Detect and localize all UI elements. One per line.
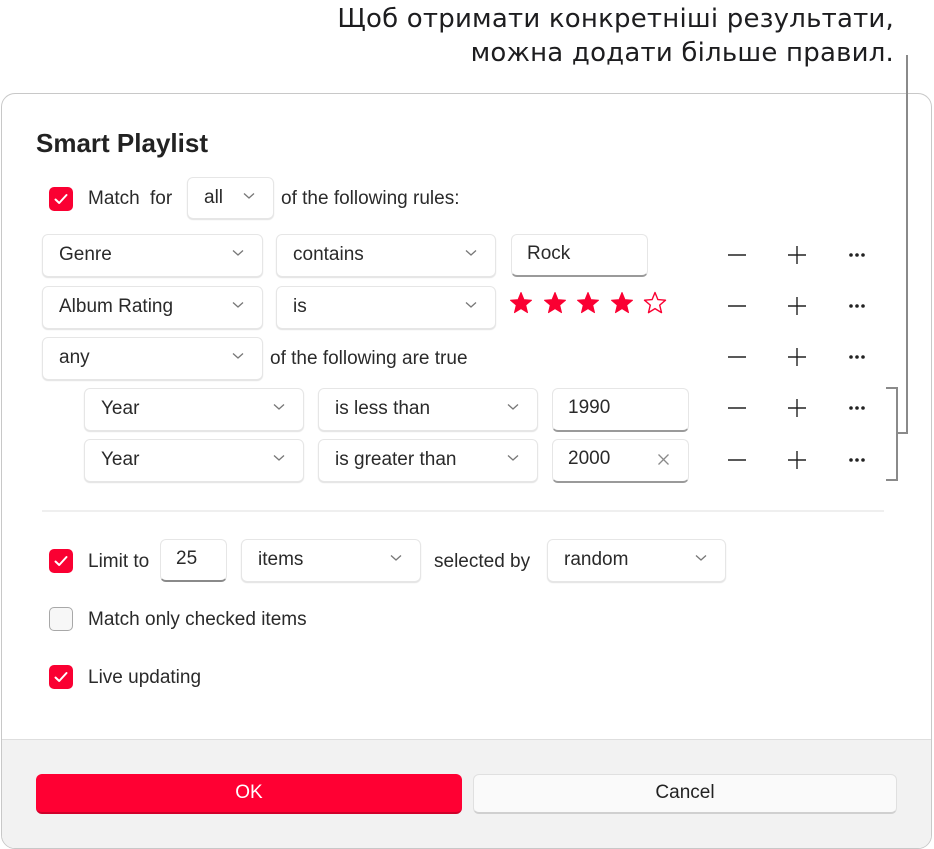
star-empty-icon[interactable]: [643, 291, 667, 315]
chevron-down-icon: [232, 302, 244, 308]
checkmark-icon: [54, 556, 68, 566]
match-suffix-label: of the following rules:: [281, 188, 460, 209]
nested-rule-2-field-value: Year: [101, 449, 140, 470]
group-bracket-bottom-tick: [886, 479, 898, 481]
rule-1-operator-select[interactable]: contains: [276, 234, 496, 277]
nested-rule-2-value-field[interactable]: 2000: [552, 439, 689, 483]
rule-2-operator-value: is: [293, 296, 307, 317]
add-rule-plus-icon[interactable]: [785, 396, 809, 420]
match-quantifier-select[interactable]: all: [187, 177, 274, 219]
ok-button[interactable]: OK: [36, 774, 462, 814]
nested-rule-1-operator-select[interactable]: is less than: [318, 388, 538, 431]
match-only-checked-checkbox[interactable]: [49, 607, 73, 631]
nested-rule-1-field-value: Year: [101, 398, 140, 419]
remove-rule-minus-icon[interactable]: [725, 345, 749, 369]
chevron-down-icon: [390, 555, 402, 561]
rule-2-field-select[interactable]: Album Rating: [42, 286, 263, 329]
chevron-down-icon: [273, 404, 285, 410]
match-label: Match: [88, 188, 140, 209]
chevron-down-icon: [695, 555, 707, 561]
cancel-button[interactable]: Cancel: [473, 774, 897, 814]
star-filled-icon[interactable]: [509, 291, 533, 315]
rule-1-field-select[interactable]: Genre: [42, 234, 263, 277]
nested-rule-1-value-text: 1990: [568, 397, 611, 418]
callout-line-2: можна додати більше правил.: [470, 38, 894, 68]
match-for-label: for: [150, 188, 173, 209]
star-filled-icon[interactable]: [576, 291, 600, 315]
checkmark-icon: [54, 672, 68, 682]
match-only-checked-label: Match only checked items: [88, 609, 307, 630]
more-options-ellipsis-icon[interactable]: [845, 345, 869, 369]
chevron-down-icon: [232, 250, 244, 256]
chevron-down-icon: [507, 404, 519, 410]
match-quantifier-value: all: [204, 187, 224, 208]
limit-checkbox[interactable]: [49, 549, 73, 573]
limit-count-value: 25: [176, 548, 198, 569]
smart-playlist-dialog: Smart Playlist Match for all of the foll…: [1, 93, 932, 849]
group-quantifier-select[interactable]: any: [42, 337, 263, 380]
star-filled-icon[interactable]: [610, 291, 634, 315]
chevron-down-icon: [507, 455, 519, 461]
section-divider: [42, 510, 884, 512]
rule-1-value-text: Rock: [527, 243, 571, 264]
rule-1-operator-value: contains: [293, 244, 364, 265]
nested-rule-2-value-text: 2000: [568, 448, 611, 469]
callout-line-1: Щоб отримати конкретніші результати,: [337, 4, 894, 34]
rating-stars[interactable]: [509, 291, 679, 317]
callout-annotation: Щоб отримати конкретніші результати, мож…: [337, 2, 894, 70]
add-rule-plus-icon[interactable]: [785, 294, 809, 318]
more-options-ellipsis-icon[interactable]: [845, 294, 869, 318]
live-updating-checkbox[interactable]: [49, 665, 73, 689]
chevron-down-icon: [243, 193, 255, 199]
chevron-down-icon: [465, 250, 477, 256]
dialog-title: Smart Playlist: [36, 128, 208, 158]
remove-rule-minus-icon[interactable]: [725, 448, 749, 472]
limit-count-field[interactable]: 25: [160, 539, 227, 582]
chevron-down-icon: [465, 302, 477, 308]
selected-by-label: selected by: [434, 551, 531, 572]
more-options-ellipsis-icon[interactable]: [845, 448, 869, 472]
live-updating-label: Live updating: [88, 667, 202, 688]
star-filled-icon[interactable]: [543, 291, 567, 315]
chevron-down-icon: [273, 455, 285, 461]
nested-rule-1-operator-value: is less than: [335, 398, 431, 419]
remove-rule-minus-icon[interactable]: [725, 243, 749, 267]
add-rule-plus-icon[interactable]: [785, 345, 809, 369]
selected-by-select[interactable]: random: [547, 539, 726, 582]
callout-pointer-line: [906, 55, 908, 434]
group-quantifier-value: any: [59, 347, 90, 368]
clear-icon[interactable]: [657, 453, 670, 466]
more-options-ellipsis-icon[interactable]: [845, 243, 869, 267]
limit-label: Limit to: [88, 551, 150, 572]
add-rule-plus-icon[interactable]: [785, 448, 809, 472]
match-checkbox[interactable]: [49, 187, 73, 211]
add-rule-plus-icon[interactable]: [785, 243, 809, 267]
rule-2-operator-select[interactable]: is: [276, 286, 496, 329]
rule-1-field-value: Genre: [59, 244, 112, 265]
remove-rule-minus-icon[interactable]: [725, 294, 749, 318]
remove-rule-minus-icon[interactable]: [725, 396, 749, 420]
chevron-down-icon: [232, 353, 244, 359]
limit-unit-select[interactable]: items: [241, 539, 421, 582]
group-suffix-label: of the following are true: [270, 348, 468, 369]
more-options-ellipsis-icon[interactable]: [845, 396, 869, 420]
nested-rule-2-operator-select[interactable]: is greater than: [318, 439, 538, 482]
nested-rule-1-field-select[interactable]: Year: [84, 388, 304, 431]
rule-2-field-value: Album Rating: [59, 296, 174, 317]
nested-rule-2-field-select[interactable]: Year: [84, 439, 304, 482]
group-bracket: [896, 387, 898, 481]
selected-by-value: random: [564, 549, 629, 570]
nested-rule-1-value-field[interactable]: 1990: [552, 388, 689, 432]
checkmark-icon: [54, 194, 68, 204]
rule-1-value-field[interactable]: Rock: [511, 234, 648, 277]
nested-rule-2-operator-value: is greater than: [335, 449, 457, 470]
limit-unit-value: items: [258, 549, 304, 570]
group-bracket-top-tick: [886, 387, 898, 389]
